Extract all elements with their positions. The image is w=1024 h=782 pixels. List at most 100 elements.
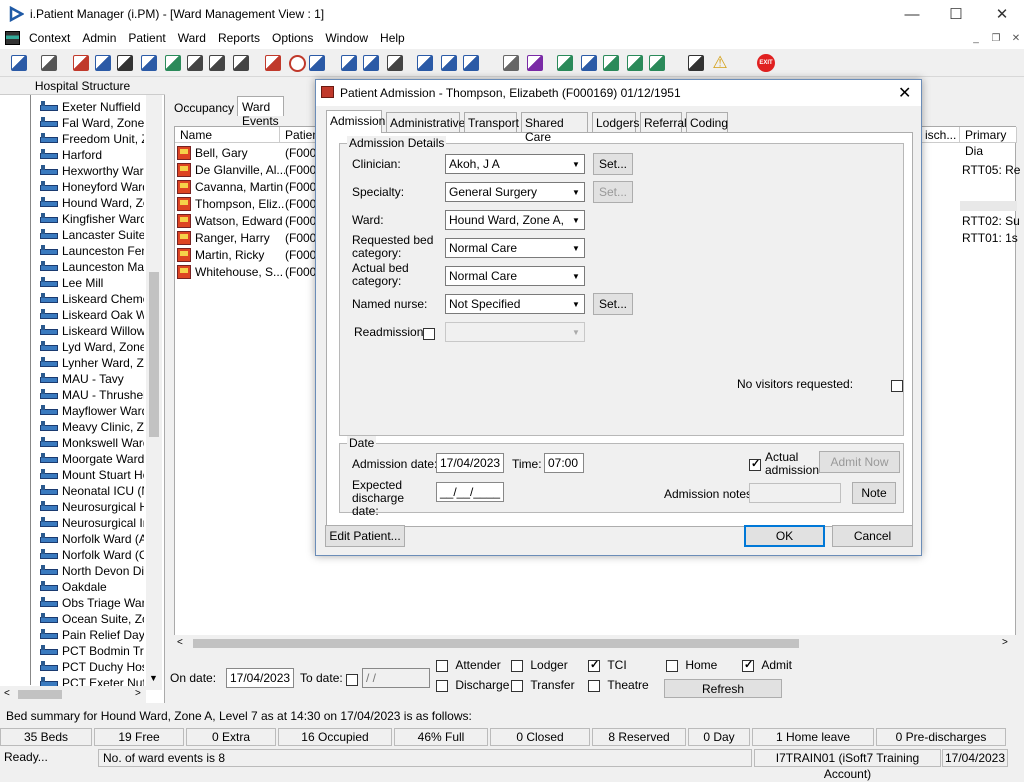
warning-icon[interactable]: ⚠: [709, 52, 731, 74]
tree-item[interactable]: Neurosurgical Inte: [40, 515, 144, 531]
filter-checkbox[interactable]: [588, 679, 600, 692]
chat-icon[interactable]: [578, 52, 600, 74]
tree-item[interactable]: Liskeard Oak Wa: [40, 307, 144, 323]
mdi-app-icon[interactable]: [5, 31, 20, 45]
bed-transfer-icon[interactable]: [460, 52, 482, 74]
tree-vertical-scrollbar[interactable]: ▼: [146, 95, 162, 690]
folder-red-icon[interactable]: [70, 52, 92, 74]
tree-item[interactable]: PCT Bodmin Trea: [40, 643, 144, 659]
mdi-restore-button[interactable]: ❐: [986, 30, 1006, 47]
list-icon[interactable]: [414, 52, 436, 74]
filter-checkbox[interactable]: [436, 679, 448, 692]
ok-button[interactable]: OK: [744, 525, 825, 547]
ambulance-icon[interactable]: [206, 52, 228, 74]
tree-item[interactable]: Kingfisher Ward: [40, 211, 144, 227]
filter-checkbox[interactable]: [742, 658, 754, 672]
tree-item[interactable]: Launceston Fema: [40, 243, 144, 259]
filter-tci[interactable]: TCI: [588, 658, 627, 672]
menu-help[interactable]: Help: [374, 28, 411, 45]
menu-context[interactable]: Context: [23, 28, 76, 45]
filter-lodger[interactable]: Lodger: [511, 658, 568, 672]
no-entry-icon[interactable]: [262, 52, 284, 74]
tree-item[interactable]: Exeter Nuffield He: [40, 99, 144, 115]
menu-window[interactable]: Window: [319, 28, 374, 45]
compass-icon[interactable]: [384, 52, 406, 74]
document-icon[interactable]: [500, 52, 522, 74]
m-icon[interactable]: [138, 52, 160, 74]
specialty-select[interactable]: General Surgery ▼: [445, 182, 585, 202]
specialty-set-button[interactable]: Set...: [593, 181, 633, 203]
mdi-minimize-button[interactable]: _: [966, 30, 986, 47]
tree-item[interactable]: Harford: [40, 147, 144, 163]
clock-icon[interactable]: [286, 52, 308, 74]
tab-occupancy[interactable]: Occupancy: [170, 98, 238, 118]
filter-checkbox[interactable]: [588, 658, 600, 672]
actual-bed-select[interactable]: Normal Care ▼: [445, 266, 585, 286]
tree-item[interactable]: Norfolk Ward (Co: [40, 547, 144, 563]
tree-item[interactable]: North Devon Dist: [40, 563, 144, 579]
tree-item[interactable]: Lee Mill: [40, 275, 144, 291]
maximize-button[interactable]: ☐: [933, 0, 979, 28]
tree-item[interactable]: Neonatal ICU (NN: [40, 483, 144, 499]
tab-admission[interactable]: Admission: [326, 110, 385, 133]
close-button[interactable]: ✕: [979, 0, 1024, 28]
tab-administrative[interactable]: Administrative: [386, 112, 465, 132]
named-nurse-select[interactable]: Not Specified ▼: [445, 294, 585, 314]
tree-item[interactable]: Obs Triage Ward: [40, 595, 144, 611]
calendar-icon[interactable]: [306, 52, 328, 74]
admission-date-field[interactable]: 17/04/2023: [436, 453, 504, 473]
tree-item[interactable]: Lynher Ward, Zor: [40, 355, 144, 371]
tab-lodgers[interactable]: Lodgers: [592, 112, 639, 132]
globe-icon[interactable]: [554, 52, 576, 74]
arrows-swap-icon[interactable]: [685, 52, 707, 74]
ward-select[interactable]: Hound Ward, Zone A, Le ▼: [445, 210, 585, 230]
ward-view-icon[interactable]: [8, 52, 30, 74]
column-primary-diagnosis[interactable]: Primary Dia: [960, 127, 1017, 158]
tree-item[interactable]: Ocean Suite, Zor: [40, 611, 144, 627]
filter-attender[interactable]: Attender: [436, 658, 501, 672]
admission-time-field[interactable]: 07:00: [544, 453, 584, 473]
tree-item[interactable]: Lyd Ward, Zone I: [40, 339, 144, 355]
tree-item[interactable]: Pain Relief Day C: [40, 627, 144, 643]
scroll-down-icon[interactable]: ▼: [149, 673, 158, 683]
scroll-right-icon[interactable]: >: [135, 688, 141, 699]
dialog-close-button[interactable]: ✕: [898, 83, 911, 103]
menu-patient[interactable]: Patient: [122, 28, 171, 45]
readmission-checkbox[interactable]: [423, 327, 435, 340]
named-nurse-set-button[interactable]: Set...: [593, 293, 633, 315]
tab-referral[interactable]: Referral: [640, 112, 687, 132]
tree-item[interactable]: Neurosurgical Hig: [40, 499, 144, 515]
print-icon[interactable]: [38, 52, 60, 74]
tree-item[interactable]: Liskeard Willow V: [40, 323, 144, 339]
tab-transport[interactable]: Transport: [464, 112, 519, 132]
scroll-left-icon[interactable]: <: [4, 688, 10, 699]
filter-theatre[interactable]: Theatre: [588, 678, 649, 692]
tree-scroll-thumb[interactable]: [149, 272, 159, 437]
tree-item[interactable]: Norfolk Ward (Ad: [40, 531, 144, 547]
tree-item[interactable]: Meavy Clinic, Zor: [40, 419, 144, 435]
tree-item[interactable]: Honeyford Ward,: [40, 179, 144, 195]
search-doc-icon[interactable]: [114, 52, 136, 74]
tree-item[interactable]: Launceston Male: [40, 259, 144, 275]
filter-checkbox[interactable]: [436, 659, 448, 672]
expected-discharge-field[interactable]: __/__/____: [436, 482, 504, 502]
filter-checkbox[interactable]: [511, 679, 523, 692]
filter-checkbox[interactable]: [666, 659, 678, 672]
tree-hscroll-thumb[interactable]: [18, 690, 62, 699]
to-date-checkbox[interactable]: [346, 673, 358, 686]
tree-item[interactable]: Liskeard Chemo D: [40, 291, 144, 307]
readmission-select[interactable]: ▼: [445, 322, 585, 342]
tree-item[interactable]: Oakdale: [40, 579, 144, 595]
admission-notes-field[interactable]: [749, 483, 841, 503]
clinician-set-button[interactable]: Set...: [593, 153, 633, 175]
tree-item[interactable]: PCT Duchy Hosp: [40, 659, 144, 675]
tree-item[interactable]: Hexworthy Ward,: [40, 163, 144, 179]
edit-patient-button[interactable]: Edit Patient...: [325, 525, 405, 547]
menu-reports[interactable]: Reports: [212, 28, 266, 45]
folder-blue-icon[interactable]: [92, 52, 114, 74]
tree-item[interactable]: MAU - Thrushel: [40, 387, 144, 403]
transport-icon[interactable]: [230, 52, 252, 74]
tree-horizontal-scrollbar[interactable]: < >: [0, 686, 146, 703]
arrow-down-icon[interactable]: [600, 52, 622, 74]
on-date-field[interactable]: 17/04/2023: [226, 668, 294, 688]
